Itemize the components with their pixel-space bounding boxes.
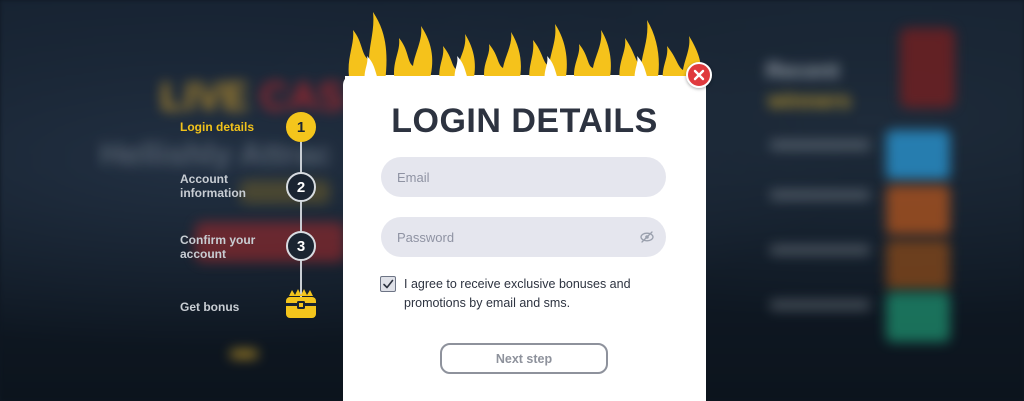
step-1-circle: 1 [286,112,316,142]
background-game-tile [886,292,950,342]
step-label-account-information: Account information [180,172,246,200]
background-recent-title: Recent [766,58,840,83]
password-field[interactable] [381,217,666,257]
registration-stepper: Login details 1 Account information 2 Co… [0,0,340,401]
background-winner-row [770,300,870,310]
background-winners-title: winners [768,88,852,113]
step-label-confirm-account: Confirm your account [180,233,256,261]
step-3-circle: 3 [286,231,316,261]
background-game-tile [886,130,950,180]
treasure-chest-icon [286,289,316,318]
background-winner-row [770,245,870,255]
email-field[interactable] [381,157,666,197]
consent-text: I agree to receive exclusive bonuses and… [404,277,631,310]
background-game-tile [886,185,950,235]
close-icon [693,69,705,81]
background-banner [900,28,955,108]
stepper-line [300,127,302,307]
background-game-tile [886,240,950,290]
eye-off-icon[interactable] [640,230,654,244]
consent-checkbox[interactable] [380,276,396,292]
step-label-login-details: Login details [180,120,255,134]
step-2-circle: 2 [286,172,316,202]
flames-decoration [345,12,705,82]
background-winner-row [770,190,870,200]
background-winner-row [770,140,870,150]
checkmark-icon [383,279,394,289]
close-button[interactable] [686,62,712,88]
next-step-button[interactable]: Next step [440,343,608,374]
step-label-get-bonus: Get bonus [180,300,240,314]
modal-title: LOGIN DETAILS [391,102,658,140]
